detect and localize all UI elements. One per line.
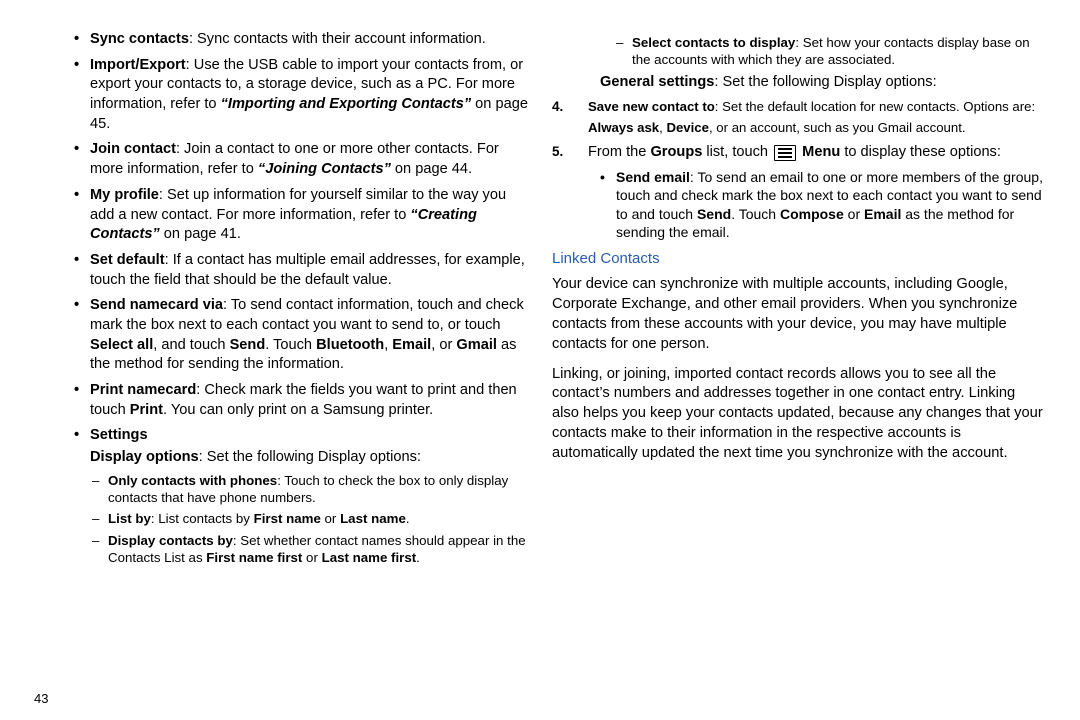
page-number: 43 bbox=[34, 687, 1046, 706]
b: Email bbox=[864, 206, 901, 222]
label: General settings bbox=[600, 74, 714, 90]
sub-list-by: List by: List contacts by First name or … bbox=[90, 510, 528, 527]
item-print-namecard: Print namecard: Check mark the fields yo… bbox=[74, 381, 528, 420]
t: or bbox=[321, 511, 340, 526]
t: : Set the default location for new conta… bbox=[715, 99, 1035, 114]
paragraph-1: Your device can synchronize with multipl… bbox=[552, 275, 1046, 354]
t: or bbox=[302, 550, 321, 565]
step-number: 5. bbox=[552, 143, 580, 163]
sub-display-contacts-by: Display contacts by: Set whether contact… bbox=[90, 532, 528, 567]
step-body: From the Groups list, touch Menu to disp… bbox=[588, 143, 1046, 163]
t: . Touch bbox=[265, 337, 316, 353]
b: First name bbox=[254, 511, 321, 526]
item-import-export: Import/Export: Use the USB cable to impo… bbox=[74, 56, 528, 135]
b: Last name first bbox=[322, 550, 417, 565]
step4-line2: Always ask, Device, or an account, such … bbox=[588, 119, 1046, 136]
b: Print bbox=[130, 402, 163, 418]
display-sublist-cont: Select contacts to display: Set how your… bbox=[614, 34, 1046, 69]
b: Groups bbox=[650, 144, 702, 160]
label: Import/Export bbox=[90, 57, 186, 73]
b: Email bbox=[392, 337, 431, 353]
b: Compose bbox=[780, 206, 844, 222]
text: : Sync contacts with their account infor… bbox=[189, 31, 486, 47]
label: Join contact bbox=[90, 141, 176, 157]
label: Print namecard bbox=[90, 382, 196, 398]
sub-select-contacts-display: Select contacts to display: Set how your… bbox=[614, 34, 1046, 69]
paragraph-2: Linking, or joining, imported contact re… bbox=[552, 365, 1046, 464]
item-my-profile: My profile: Set up information for yours… bbox=[74, 186, 528, 245]
b: Gmail bbox=[456, 337, 497, 353]
left-column: Sync contacts: Sync contacts with their … bbox=[34, 30, 528, 687]
b: Last name bbox=[340, 511, 406, 526]
step5-sublist: Send email: To send an email to one or m… bbox=[600, 168, 1046, 241]
label: My profile bbox=[90, 187, 159, 203]
b: Send bbox=[230, 337, 266, 353]
options-list: Sync contacts: Sync contacts with their … bbox=[74, 30, 528, 566]
b: Only contacts with phones bbox=[108, 473, 277, 488]
b: Send email bbox=[616, 169, 690, 185]
t: . bbox=[416, 550, 420, 565]
b: Always ask bbox=[588, 120, 659, 135]
right-column: Select contacts to display: Set how your… bbox=[552, 30, 1046, 687]
step-5: 5. From the Groups list, touch Menu to d… bbox=[552, 143, 1046, 163]
step-number: 4. bbox=[552, 98, 580, 136]
label: Send namecard via bbox=[90, 297, 223, 313]
t: , or an account, such as you Gmail accou… bbox=[709, 120, 966, 135]
t: . You can only print on a Samsung printe… bbox=[163, 402, 433, 418]
reference: “Joining Contacts” bbox=[258, 161, 391, 177]
t: or bbox=[844, 206, 864, 222]
item-sync-contacts: Sync contacts: Sync contacts with their … bbox=[74, 30, 528, 50]
t: . Touch bbox=[731, 206, 780, 222]
step-4: 4. Save new contact to: Set the default … bbox=[552, 98, 1046, 136]
linked-contacts-heading: Linked Contacts bbox=[552, 249, 1046, 269]
label: Settings bbox=[90, 427, 148, 443]
label: Set default bbox=[90, 252, 165, 268]
b: Device bbox=[666, 120, 709, 135]
menu-icon bbox=[774, 145, 796, 161]
item-set-default: Set default: If a contact has multiple e… bbox=[74, 251, 528, 290]
b: First name first bbox=[206, 550, 302, 565]
t: . bbox=[406, 511, 410, 526]
item-send-email: Send email: To send an email to one or m… bbox=[600, 168, 1046, 241]
b: Send bbox=[697, 206, 731, 222]
item-settings: Settings Display options: Set the follow… bbox=[74, 426, 528, 566]
t: to display these options: bbox=[840, 144, 1001, 160]
b: List by bbox=[108, 511, 151, 526]
reference: “Importing and Exporting Contacts” bbox=[221, 96, 472, 112]
step-body: Save new contact to: Set the default loc… bbox=[588, 98, 1046, 136]
b: Bluetooth bbox=[316, 337, 384, 353]
label: Sync contacts bbox=[90, 31, 189, 47]
b: Select contacts to display bbox=[632, 35, 795, 50]
document-page: Sync contacts: Sync contacts with their … bbox=[0, 0, 1080, 720]
t: : List contacts by bbox=[151, 511, 254, 526]
sub-only-contacts-phones: Only contacts with phones: Touch to chec… bbox=[90, 472, 528, 507]
text: : Set the following Display options: bbox=[199, 449, 421, 465]
b: Display contacts by bbox=[108, 533, 233, 548]
general-settings-line: General settings: Set the following Disp… bbox=[600, 73, 1046, 93]
t: , and touch bbox=[153, 337, 229, 353]
t: From the bbox=[588, 144, 650, 160]
item-join-contact: Join contact: Join a contact to one or m… bbox=[74, 140, 528, 179]
t: list, touch bbox=[702, 144, 772, 160]
item-send-namecard-via: Send namecard via: To send contact infor… bbox=[74, 296, 528, 375]
display-options-line: Display options: Set the following Displ… bbox=[90, 446, 528, 468]
b: Menu bbox=[802, 144, 840, 160]
display-options-sublist: Only contacts with phones: Touch to chec… bbox=[90, 472, 528, 566]
text: : Set the following Display options: bbox=[714, 74, 936, 90]
tail: on page 41. bbox=[160, 226, 241, 242]
label: Display options bbox=[90, 449, 199, 465]
t: , or bbox=[431, 337, 456, 353]
tail: on page 44. bbox=[391, 161, 472, 177]
b: Save new contact to bbox=[588, 99, 715, 114]
b: Select all bbox=[90, 337, 153, 353]
two-column-layout: Sync contacts: Sync contacts with their … bbox=[34, 30, 1046, 687]
